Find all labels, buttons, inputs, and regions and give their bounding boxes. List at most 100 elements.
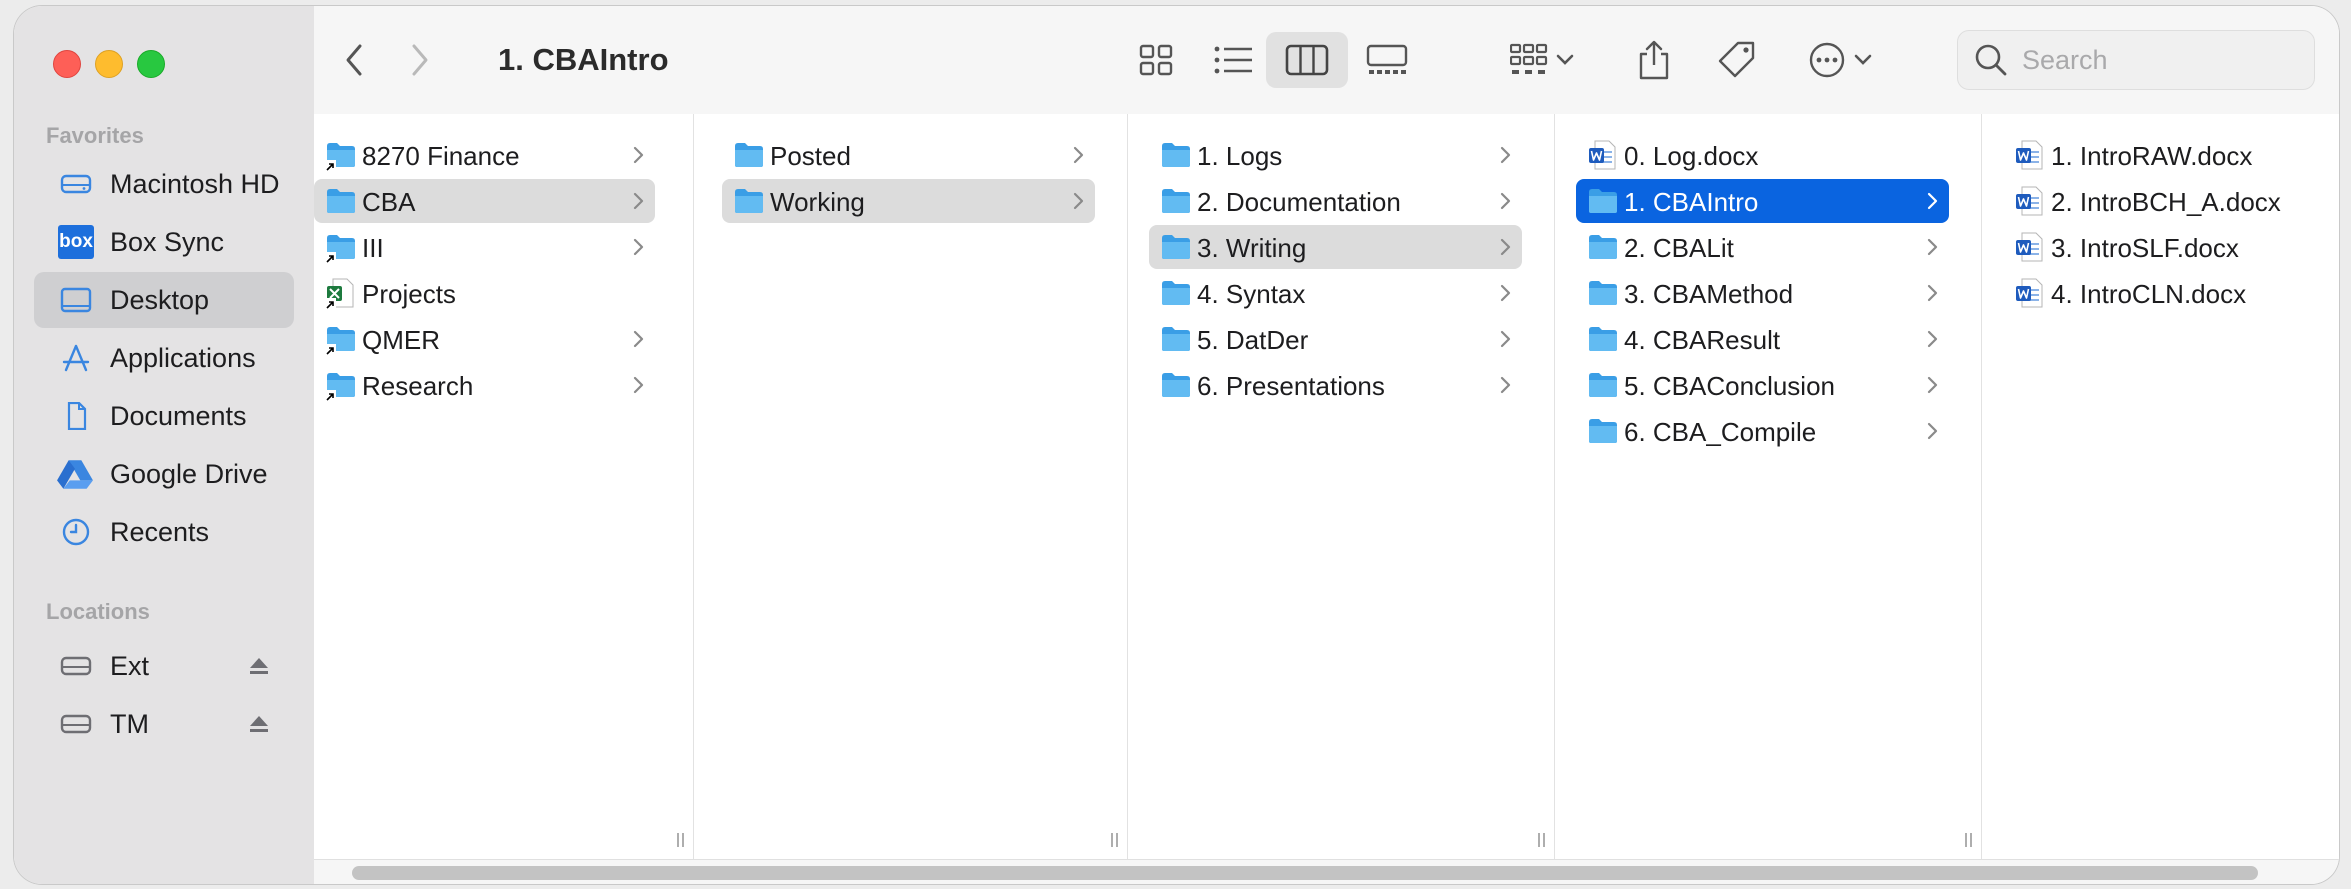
chevron-right-icon (633, 238, 644, 256)
item-name: Posted (770, 141, 851, 171)
sidebar-item-macintosh-hd[interactable]: Macintosh HD (34, 156, 294, 212)
sidebar: Favorites Macintosh HD box Box Sync Desk… (14, 6, 314, 884)
folder-row[interactable]: 3. CBAMethod (1576, 271, 1949, 315)
sidebar-item-documents[interactable]: Documents (34, 388, 294, 444)
share-button[interactable] (1632, 32, 1676, 88)
folder-row[interactable]: 8270 Finance (314, 133, 655, 177)
column-resize-handle[interactable] (1537, 831, 1547, 849)
folder-row[interactable]: 3. Writing (1149, 225, 1522, 269)
column-view-button[interactable] (1266, 32, 1348, 88)
sidebar-item-google-drive[interactable]: Google Drive (34, 446, 294, 502)
document-icon (67, 402, 87, 430)
folder-row[interactable]: 2. Documentation (1149, 179, 1522, 223)
gallery-view-button[interactable] (1350, 32, 1424, 88)
file-row[interactable]: 2. IntroBCH_A.docx (2003, 179, 2323, 223)
sidebar-item-ext[interactable]: Ext (34, 638, 294, 694)
folder-icon (1589, 373, 1617, 397)
item-name: 3. CBAMethod (1624, 279, 1794, 309)
column-resize-handle[interactable] (1110, 831, 1120, 849)
folder-row[interactable]: 4. Syntax (1149, 271, 1522, 315)
folder-icon (735, 189, 763, 213)
column-resize-handle[interactable] (1964, 831, 1974, 849)
browser-column: 1. IntroRAW.docx 2. IntroBCH_A.docx 3. Int… (1981, 114, 2339, 859)
item-name: CBA (362, 187, 416, 217)
alias-arrow-icon (324, 252, 336, 264)
file-row[interactable]: 1. IntroRAW.docx (2003, 133, 2323, 177)
icon-view-button[interactable] (1126, 32, 1186, 88)
minimize-window-button[interactable] (95, 50, 123, 78)
folder-icon (1162, 373, 1190, 397)
folder-row[interactable]: CBA (314, 179, 655, 223)
item-name: 6. Presentations (1197, 371, 1385, 401)
search-placeholder: Search (2022, 45, 2108, 75)
sidebar-item-box-sync[interactable]: box Box Sync (34, 214, 294, 270)
tag-button[interactable] (1712, 32, 1760, 88)
sidebar-item-recents[interactable]: Recents (34, 504, 294, 560)
resize-grip-icon (1965, 833, 1972, 847)
chevron-right-icon (1073, 192, 1084, 210)
folder-row[interactable]: 6. CBA_Compile (1576, 409, 1949, 453)
item-name: 1. IntroRAW.docx (2051, 141, 2253, 171)
folder-row[interactable]: QMER (314, 317, 655, 361)
item-name: 1. Logs (1197, 141, 1283, 171)
file-row[interactable]: 4. IntroCLN.docx (2003, 271, 2323, 315)
search-field[interactable]: Search (1957, 30, 2315, 90)
horizontal-scrollbar[interactable] (314, 859, 2339, 884)
external-drive-icon (60, 714, 92, 734)
chevron-right-icon (633, 192, 644, 210)
chevron-right-icon (1927, 238, 1938, 256)
word-document-icon (2016, 232, 2043, 262)
word-document-icon (1589, 140, 1616, 170)
column-resize-handle[interactable] (676, 831, 686, 849)
chevron-right-icon (633, 330, 644, 348)
folder-row[interactable]: 2. CBALit (1576, 225, 1949, 269)
folder-row[interactable]: Research (314, 363, 655, 407)
applications-icon (62, 344, 90, 372)
resize-grip-icon (1538, 833, 1545, 847)
browser-column: 1. Logs 2. Documentation 3. Writing 4. Synt… (1127, 114, 1555, 859)
folder-row[interactable]: 1. Logs (1149, 133, 1522, 177)
list-view-button[interactable] (1202, 32, 1266, 88)
group-button[interactable] (1504, 32, 1580, 88)
file-row[interactable]: 3. IntroSLF.docx (2003, 225, 2323, 269)
close-window-button[interactable] (53, 50, 81, 78)
folder-row[interactable]: 1. CBAIntro (1576, 179, 1949, 223)
desktop-icon (60, 287, 92, 313)
word-document-icon (2016, 186, 2043, 216)
chevron-right-icon (1927, 376, 1938, 394)
folder-row[interactable]: 4. CBAResult (1576, 317, 1949, 361)
item-name: 2. CBALit (1624, 233, 1734, 263)
item-name: III (362, 233, 384, 263)
scrollbar-thumb[interactable] (352, 866, 2258, 880)
item-name: 1. CBAIntro (1624, 187, 1759, 217)
chevron-right-icon (1500, 192, 1511, 210)
folder-row[interactable]: 5. DatDer (1149, 317, 1522, 361)
sidebar-item-tm[interactable]: TM (34, 696, 294, 752)
resize-grip-icon (677, 833, 684, 847)
eject-icon[interactable] (248, 714, 270, 734)
more-actions-button[interactable] (1800, 32, 1880, 88)
file-row[interactable]: 0. Log.docx (1576, 133, 1949, 177)
folder-row[interactable]: 6. Presentations (1149, 363, 1522, 407)
folder-icon (1589, 235, 1617, 259)
file-row[interactable]: Projects (314, 271, 655, 315)
external-drive-icon (60, 656, 92, 676)
chevron-right-icon (1500, 330, 1511, 348)
back-button[interactable] (334, 32, 374, 88)
folder-row[interactable]: Working (722, 179, 1095, 223)
sidebar-item-applications[interactable]: Applications (34, 330, 294, 386)
folder-row[interactable]: III (314, 225, 655, 269)
favorites-heading: Favorites (46, 123, 144, 148)
search-icon (1975, 44, 2007, 76)
forward-button[interactable] (400, 32, 440, 88)
sidebar-item-desktop[interactable]: Desktop (34, 272, 294, 328)
sidebar-item-label: Applications (110, 342, 256, 373)
eject-icon[interactable] (248, 656, 270, 676)
sidebar-item-label: Ext (110, 650, 150, 681)
folder-row[interactable]: Posted (722, 133, 1095, 177)
chevron-right-icon (1500, 238, 1511, 256)
chevron-right-icon (633, 376, 644, 394)
zoom-window-button[interactable] (137, 50, 165, 78)
folder-icon (1162, 143, 1190, 167)
folder-row[interactable]: 5. CBAConclusion (1576, 363, 1949, 407)
